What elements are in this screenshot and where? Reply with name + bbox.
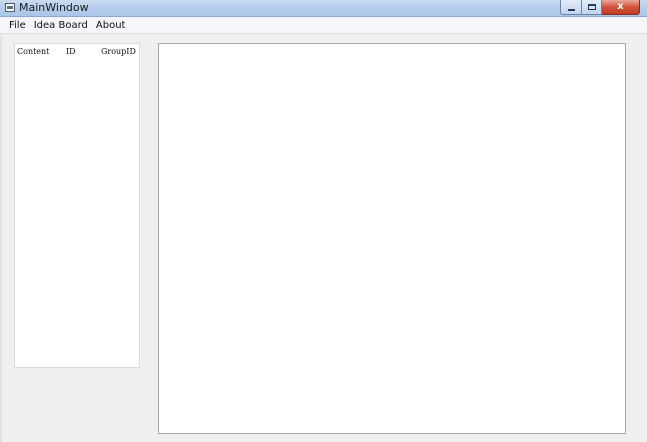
minimize-icon: [567, 8, 575, 11]
table-header: Content ID GroupID: [15, 44, 139, 58]
idea-board-canvas[interactable]: [158, 43, 626, 434]
menu-about[interactable]: About: [93, 18, 129, 33]
maximize-icon: [587, 4, 596, 10]
close-icon: x: [617, 1, 624, 12]
column-header-id[interactable]: ID: [66, 47, 76, 56]
menu-bar: File Idea Board About: [0, 17, 647, 34]
close-button[interactable]: x: [602, 0, 640, 15]
title-bar[interactable]: MainWindow x: [0, 0, 647, 17]
main-window: MainWindow x File Idea Board About Conte…: [0, 0, 647, 442]
ideas-table[interactable]: Content ID GroupID: [14, 43, 140, 368]
window-title: MainWindow: [19, 1, 89, 14]
maximize-button[interactable]: [582, 0, 602, 15]
column-header-content[interactable]: Content: [17, 47, 49, 56]
column-header-groupid[interactable]: GroupID: [101, 47, 136, 56]
menu-file[interactable]: File: [6, 18, 29, 33]
window-app-icon[interactable]: [5, 3, 15, 12]
caption-buttons: x: [560, 0, 640, 15]
minimize-button[interactable]: [560, 0, 582, 15]
window-left-border: [0, 34, 2, 442]
menu-idea-board[interactable]: Idea Board: [31, 18, 91, 33]
